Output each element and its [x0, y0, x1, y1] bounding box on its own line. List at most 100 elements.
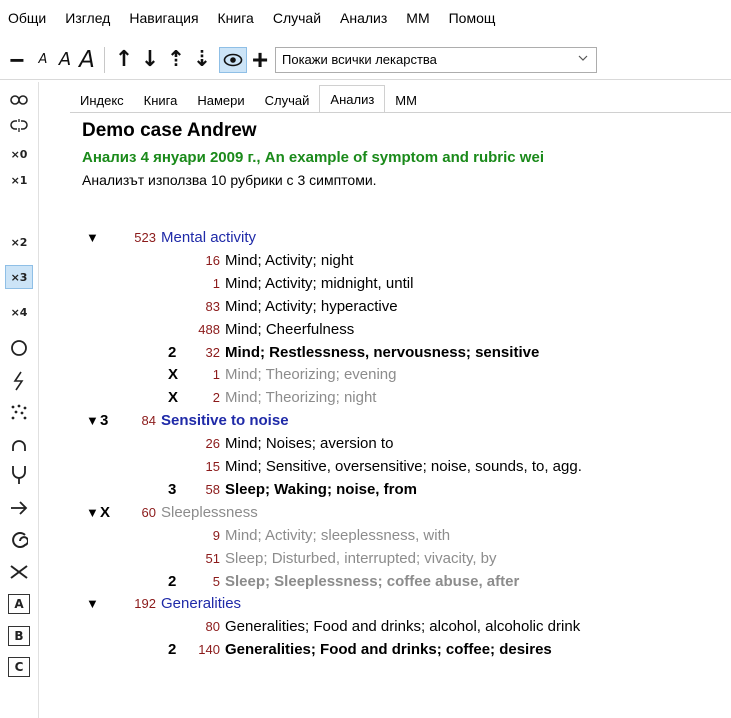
- rubric-label[interactable]: Mind; Noises; aversion to: [225, 433, 393, 455]
- circle-icon[interactable]: [5, 336, 33, 360]
- remedy-filter-select[interactable]: Покажи всички лекарства: [275, 46, 597, 73]
- analysis-title: Анализ 4 януари 2009 г., An example of s…: [82, 149, 544, 166]
- menu-book[interactable]: Книга: [218, 10, 254, 26]
- cross-icon[interactable]: [5, 560, 33, 584]
- expand-triangle-icon[interactable]: ▼: [86, 410, 99, 432]
- rubric-weight[interactable]: 2: [168, 342, 176, 364]
- arrow-down-icon[interactable]: ↓: [137, 45, 163, 75]
- rubric-label[interactable]: Mind; Restlessness, nervousness; sensiti…: [225, 342, 539, 364]
- menu-case[interactable]: Случай: [273, 10, 321, 26]
- rubric-label[interactable]: Mind; Theorizing; night: [225, 387, 376, 409]
- rubric-label[interactable]: Generalities; Food and drinks; alcohol, …: [225, 616, 580, 638]
- symptom-weight[interactable]: X: [100, 502, 110, 524]
- rubric-label[interactable]: Sleep; Sleeplessness; coffee abuse, afte…: [225, 571, 519, 593]
- rubric-remedy-count: 16: [205, 252, 220, 268]
- rubric-remedy-count: 32: [205, 344, 220, 360]
- symptom-label[interactable]: Sensitive to noise: [161, 410, 289, 432]
- symptom-weight[interactable]: 3: [100, 410, 108, 432]
- symptom-label[interactable]: Generalities: [161, 593, 241, 615]
- menu-analysis[interactable]: Анализ: [340, 10, 387, 26]
- box-a-button[interactable]: A: [8, 594, 30, 614]
- symptom-row[interactable]: ▼ X 60 Sleeplessness: [82, 502, 731, 524]
- weight-x0-button[interactable]: ×0: [5, 142, 33, 166]
- expand-triangle-icon[interactable]: ▼: [86, 593, 99, 615]
- rubric-weight[interactable]: 2: [168, 639, 176, 661]
- rubric-row[interactable]: X 1 Mind; Theorizing; evening: [82, 364, 731, 386]
- symptom-row[interactable]: ▼ 192 Generalities: [82, 593, 731, 615]
- menu-view[interactable]: Изглед: [65, 10, 110, 26]
- rubric-row[interactable]: 488 Mind; Cheerfulness: [82, 319, 731, 341]
- link-icon[interactable]: [5, 88, 33, 112]
- tab-analysis[interactable]: Анализ: [319, 85, 386, 113]
- symptom-row[interactable]: ▼ 523 Mental activity: [82, 227, 731, 249]
- rubric-remedy-count: 51: [205, 550, 220, 566]
- rubric-label[interactable]: Mind; Cheerfulness: [225, 319, 354, 341]
- tab-mm[interactable]: ММ: [385, 88, 427, 113]
- rubric-row[interactable]: 51 Sleep; Disturbed, interrupted; vivacit…: [82, 548, 731, 570]
- plus-icon[interactable]: +: [247, 45, 273, 75]
- rubric-weight[interactable]: X: [168, 364, 178, 386]
- lightning-icon[interactable]: [5, 369, 33, 393]
- rubric-row[interactable]: 3 58 Sleep; Waking; noise, from: [82, 479, 731, 501]
- rubric-row[interactable]: 2 5 Sleep; Sleeplessness; coffee abuse, af…: [82, 571, 731, 593]
- rubric-row[interactable]: 2 140 Generalities; Food and drinks; coffe…: [82, 639, 731, 661]
- spiral-icon[interactable]: [5, 528, 33, 552]
- expand-triangle-icon[interactable]: ▼: [86, 227, 99, 249]
- symptom-label[interactable]: Sleeplessness: [161, 502, 258, 524]
- fork-icon[interactable]: [5, 462, 33, 486]
- rubric-weight[interactable]: 2: [168, 571, 176, 593]
- weight-x4-button[interactable]: ×4: [5, 300, 33, 324]
- weight-x1-button[interactable]: ×1: [5, 168, 33, 192]
- rubric-label[interactable]: Mind; Theorizing; evening: [225, 364, 397, 386]
- box-b-button[interactable]: B: [8, 626, 30, 646]
- minus-icon[interactable]: −: [2, 45, 32, 75]
- box-c-button[interactable]: C: [8, 657, 30, 677]
- weight-x3-button[interactable]: ×3: [5, 265, 33, 289]
- rubric-label[interactable]: Mind; Activity; night: [225, 250, 353, 272]
- arrow-up-icon[interactable]: ↑: [111, 45, 137, 75]
- rubric-row[interactable]: 83 Mind; Activity; hyperactive: [82, 296, 731, 318]
- rubric-row[interactable]: 15 Mind; Sensitive, oversensitive; noise,…: [82, 456, 731, 478]
- arrow-right-icon[interactable]: [5, 496, 33, 520]
- rubric-row[interactable]: X 2 Mind; Theorizing; night: [82, 387, 731, 409]
- rubric-row[interactable]: 26 Mind; Noises; aversion to: [82, 433, 731, 455]
- rubric-weight[interactable]: X: [168, 387, 178, 409]
- symptom-row[interactable]: ▼ 3 84 Sensitive to noise: [82, 410, 731, 432]
- font-large-icon[interactable]: A: [76, 45, 98, 75]
- menu-mm[interactable]: ММ: [406, 10, 429, 26]
- tab-index[interactable]: Индекс: [70, 88, 134, 113]
- rubric-row[interactable]: 2 32 Mind; Restlessness, nervousness; sens…: [82, 342, 731, 364]
- symptom-label[interactable]: Mental activity: [161, 227, 256, 249]
- expand-triangle-icon[interactable]: ▼: [86, 502, 99, 524]
- rubric-label[interactable]: Sleep; Waking; noise, from: [225, 479, 417, 501]
- arrow-up-dotted-icon[interactable]: ⇡: [163, 45, 189, 75]
- menu-general[interactable]: Общи: [8, 10, 46, 26]
- rubric-label[interactable]: Mind; Activity; sleeplessness, with: [225, 525, 450, 547]
- rubric-weight[interactable]: 3: [168, 479, 176, 501]
- unlink-icon[interactable]: [5, 114, 33, 138]
- eye-icon[interactable]: [219, 46, 247, 73]
- tab-case[interactable]: Случай: [254, 88, 320, 113]
- rubric-row[interactable]: 9 Mind; Activity; sleeplessness, with: [82, 525, 731, 547]
- scatter-dots-icon[interactable]: [5, 400, 33, 424]
- rubric-label[interactable]: Mind; Sensitive, oversensitive; noise, s…: [225, 456, 582, 478]
- tab-book[interactable]: Книга: [133, 88, 188, 113]
- rubric-row[interactable]: 1 Mind; Activity; midnight, until: [82, 273, 731, 295]
- rubric-label[interactable]: Mind; Activity; hyperactive: [225, 296, 398, 318]
- menu-help[interactable]: Помощ: [449, 10, 496, 26]
- tab-find[interactable]: Намери: [187, 88, 255, 113]
- rubric-label[interactable]: Mind; Activity; midnight, until: [225, 273, 413, 295]
- rubric-label[interactable]: Generalities; Food and drinks; coffee; d…: [225, 639, 552, 661]
- rubric-remedy-count: 15: [205, 459, 220, 474]
- menu-navigation[interactable]: Навигация: [129, 10, 198, 26]
- rubric-label[interactable]: Sleep; Disturbed, interrupted; vivacity,…: [225, 548, 497, 570]
- arrow-down-dotted-icon[interactable]: ⇣: [189, 45, 215, 75]
- rubric-remedy-count: 1: [212, 275, 220, 291]
- arch-icon[interactable]: [5, 434, 33, 458]
- rubric-row[interactable]: 80 Generalities; Food and drinks; alcohol…: [82, 616, 731, 638]
- font-small-icon[interactable]: A: [32, 45, 54, 75]
- font-medium-icon[interactable]: A: [54, 45, 76, 75]
- rubric-row[interactable]: 16 Mind; Activity; night: [82, 250, 731, 272]
- weight-x2-button[interactable]: ×2: [5, 230, 33, 254]
- menu-bar: Общи Изглед Навигация Книга Случай Анали…: [0, 0, 731, 36]
